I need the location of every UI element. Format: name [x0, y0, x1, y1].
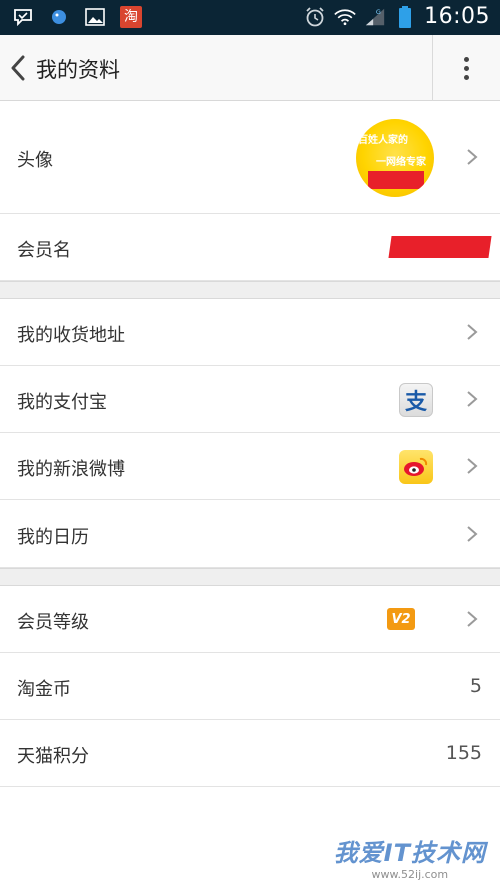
- taobao-icon: 淘: [120, 6, 142, 28]
- chevron-right-icon: [467, 391, 478, 407]
- calendar-label: 我的日历: [17, 527, 89, 548]
- message-check-icon: [12, 6, 34, 28]
- gallery-icon: [84, 6, 106, 28]
- chevron-right-icon: [467, 458, 478, 474]
- page-title: 我的资料: [36, 58, 120, 82]
- chevron-right-icon: [467, 611, 478, 627]
- redaction-mark: [368, 171, 424, 189]
- address-row[interactable]: 我的收货地址: [0, 299, 500, 366]
- avatar-text: 一网络专家: [376, 157, 426, 168]
- member-level-label: 会员等级: [17, 612, 89, 633]
- svg-text:G: G: [376, 8, 381, 16]
- watermark-text: 我爱IT技术网: [333, 839, 486, 867]
- tmall-points-label: 天猫积分: [17, 746, 89, 767]
- chevron-right-icon: [467, 149, 478, 165]
- tmall-points-value: 155: [445, 742, 482, 764]
- tmall-points-row: 天猫积分 155: [0, 720, 500, 787]
- dot-icon: [464, 74, 469, 80]
- address-label: 我的收货地址: [17, 325, 125, 346]
- avatar-label: 头像: [17, 150, 53, 171]
- calendar-row[interactable]: 我的日历: [0, 500, 500, 568]
- taojinbi-label: 淘金币: [17, 679, 71, 700]
- dot-icon: [464, 65, 469, 71]
- weibo-label: 我的新浪微博: [17, 459, 125, 480]
- empty-area: 我爱IT技术网 www.52ij.com: [0, 787, 500, 889]
- taojinbi-value: 5: [469, 675, 482, 697]
- redaction-mark: [388, 236, 492, 258]
- status-bar: 淘 G 16:05: [0, 0, 500, 35]
- clock-time: 16:05: [424, 4, 490, 29]
- section-divider: [0, 281, 500, 299]
- avatar[interactable]: 百姓人家的 一网络专家: [356, 119, 434, 197]
- chevron-right-icon: [467, 526, 478, 542]
- avatar-text: 百姓人家的: [358, 135, 408, 146]
- wifi-icon: [334, 6, 356, 28]
- overflow-menu-button[interactable]: [433, 35, 500, 101]
- chevron-right-icon: [467, 324, 478, 340]
- watermark-url: www.52ij.com: [371, 868, 449, 881]
- alipay-icon: 支: [399, 383, 433, 417]
- action-bar: 我的资料: [0, 35, 500, 101]
- watermark: 我爱IT技术网 www.52ij.com: [334, 833, 486, 881]
- member-name-label: 会员名: [17, 240, 71, 261]
- battery-icon: [394, 5, 416, 28]
- dot-icon: [464, 56, 469, 62]
- bird-icon: [48, 6, 70, 28]
- alarm-icon: [304, 6, 326, 28]
- taojinbi-row: 淘金币 5: [0, 653, 500, 720]
- member-level-badge: V2: [387, 608, 415, 630]
- chevron-left-icon: [11, 55, 25, 81]
- weibo-icon: [399, 450, 433, 484]
- signal-icon: G: [364, 6, 386, 28]
- section-divider: [0, 568, 500, 586]
- back-button[interactable]: [6, 51, 30, 85]
- member-level-row[interactable]: 会员等级: [0, 586, 500, 653]
- alipay-label: 我的支付宝: [17, 392, 107, 413]
